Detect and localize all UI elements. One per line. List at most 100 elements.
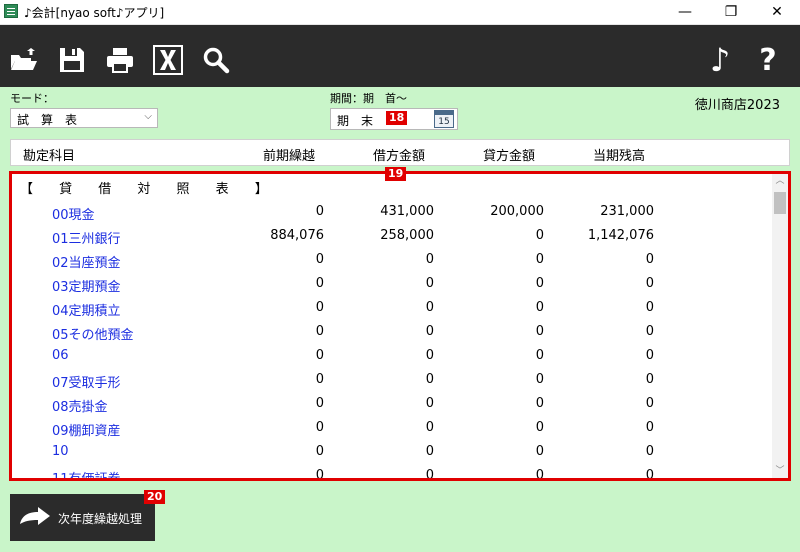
- cell-debit: 0: [425, 396, 434, 411]
- title-bar: ♪会計[nyao soft♪アプリ] — ❐ ✕: [0, 0, 800, 25]
- scroll-thumb[interactable]: [774, 192, 786, 214]
- restore-button[interactable]: ❐: [708, 0, 754, 24]
- table-row[interactable]: 08売掛金 0 0 0 0: [12, 393, 772, 417]
- excel-export-icon[interactable]: [151, 43, 185, 77]
- cell-prev: 884,076: [270, 228, 324, 243]
- table-row[interactable]: 07受取手形 0 0 0 0: [12, 369, 772, 393]
- cell-prev: 0: [315, 300, 324, 315]
- toolbar: ♪ ?: [0, 25, 800, 87]
- header-debit: 借方金額: [373, 149, 426, 164]
- account-name[interactable]: 02当座預金: [52, 252, 121, 271]
- cell-credit: 0: [535, 348, 544, 363]
- annotation-badge-19: 19: [385, 167, 407, 181]
- music-note-icon[interactable]: ♪: [703, 41, 737, 79]
- cell-credit: 0: [535, 228, 544, 243]
- cell-credit: 0: [535, 324, 544, 339]
- cell-prev: 0: [315, 468, 324, 478]
- annotation-badge-20: 20: [144, 490, 166, 504]
- cell-debit: 431,000: [380, 204, 434, 219]
- print-icon[interactable]: [103, 43, 137, 77]
- cell-credit: 0: [535, 300, 544, 315]
- cell-prev: 0: [315, 276, 324, 291]
- table-row[interactable]: 11有価証券 0 0 0 0: [12, 465, 772, 478]
- account-name[interactable]: 04定期積立: [52, 300, 121, 319]
- header-credit: 貸方金額: [483, 149, 536, 164]
- header-prev: 前期繰越: [263, 149, 316, 164]
- account-name[interactable]: 05その他預金: [52, 324, 134, 343]
- cell-balance: 0: [645, 252, 654, 267]
- cell-debit: 0: [425, 348, 434, 363]
- table-row[interactable]: 09棚卸資産 0 0 0 0: [12, 417, 772, 441]
- table-row[interactable]: 01三州銀行 884,076 258,000 0 1,142,076: [12, 225, 772, 249]
- header-account: 勘定科目: [23, 149, 76, 164]
- cell-credit: 0: [535, 252, 544, 267]
- cell-credit: 0: [535, 420, 544, 435]
- cell-balance: 231,000: [600, 204, 654, 219]
- header-balance: 当期残高: [593, 149, 646, 164]
- cell-credit: 0: [535, 276, 544, 291]
- cell-prev: 0: [315, 204, 324, 219]
- cell-debit: 0: [425, 324, 434, 339]
- save-icon[interactable]: [55, 43, 89, 77]
- scroll-up-icon[interactable]: ︿: [772, 174, 788, 188]
- cell-debit: 0: [425, 252, 434, 267]
- account-name[interactable]: 08売掛金: [52, 396, 108, 415]
- cell-balance: 0: [645, 420, 654, 435]
- table-row[interactable]: 05その他預金 0 0 0 0: [12, 321, 772, 345]
- account-list[interactable]: 【 貸 借 対 照 表 】 00現金 0 431,000 200,000 231,000…: [9, 171, 791, 481]
- help-icon[interactable]: ?: [751, 43, 785, 78]
- cell-balance: 0: [645, 468, 654, 478]
- mode-select[interactable]: 試 算 表 ⌵: [10, 108, 158, 128]
- calendar-day: 15: [438, 117, 450, 127]
- cell-debit: 0: [425, 276, 434, 291]
- window-title: ♪会計[nyao soft♪アプリ]: [24, 6, 165, 20]
- cell-prev: 0: [315, 396, 324, 411]
- cell-prev: 0: [315, 348, 324, 363]
- cell-balance: 0: [645, 372, 654, 387]
- calendar-icon[interactable]: 15: [434, 110, 454, 128]
- close-button[interactable]: ✕: [754, 0, 800, 24]
- cell-prev: 0: [315, 372, 324, 387]
- cell-balance: 0: [645, 396, 654, 411]
- table-header: 勘定科目 前期繰越 借方金額 貸方金額 当期残高: [10, 139, 790, 166]
- account-name[interactable]: 11有価証券: [52, 468, 121, 478]
- section-title: 【 貸 借 対 照 表 】: [20, 182, 279, 197]
- cell-balance: 0: [645, 444, 654, 459]
- account-name[interactable]: 09棚卸資産: [52, 420, 121, 439]
- period-label: 期間：期 首〜: [330, 92, 407, 105]
- mode-label: モード：: [10, 92, 54, 105]
- table-row[interactable]: 04定期積立 0 0 0 0: [12, 297, 772, 321]
- table-row[interactable]: 10 0 0 0 0: [12, 441, 772, 465]
- cell-debit: 258,000: [380, 228, 434, 243]
- table-row[interactable]: 00現金 0 431,000 200,000 231,000: [12, 201, 772, 225]
- table-row[interactable]: 03定期預金 0 0 0 0: [12, 273, 772, 297]
- carry-forward-button[interactable]: 次年度繰越処理: [10, 494, 155, 541]
- scroll-down-icon[interactable]: ﹀: [772, 464, 788, 478]
- account-name[interactable]: 07受取手形: [52, 372, 121, 391]
- account-name[interactable]: 00現金: [52, 204, 95, 223]
- open-folder-icon[interactable]: [6, 43, 40, 77]
- account-name[interactable]: 10: [52, 444, 69, 459]
- search-icon[interactable]: [199, 43, 233, 77]
- mode-value: 試 算 表: [17, 113, 78, 127]
- table-row[interactable]: 02当座預金 0 0 0 0: [12, 249, 772, 273]
- cell-prev: 0: [315, 324, 324, 339]
- cell-prev: 0: [315, 444, 324, 459]
- account-name[interactable]: 01三州銀行: [52, 228, 121, 247]
- cell-debit: 0: [425, 468, 434, 478]
- period-value: 期 末: [337, 114, 374, 128]
- list-content: 【 貸 借 対 照 表 】 00現金 0 431,000 200,000 231,000…: [12, 174, 772, 478]
- account-name[interactable]: 03定期預金: [52, 276, 121, 295]
- cell-debit: 0: [425, 444, 434, 459]
- cell-credit: 0: [535, 396, 544, 411]
- minimize-button[interactable]: —: [662, 0, 708, 24]
- cell-balance: 0: [645, 276, 654, 291]
- cell-credit: 0: [535, 372, 544, 387]
- company-name: 徳川商店2023: [694, 98, 780, 113]
- app-icon: [4, 4, 18, 18]
- table-row[interactable]: 06 0 0 0 0: [12, 345, 772, 369]
- vertical-scrollbar[interactable]: ︿ ﹀: [772, 174, 788, 478]
- account-name[interactable]: 06: [52, 348, 69, 363]
- cell-debit: 0: [425, 372, 434, 387]
- cell-debit: 0: [425, 300, 434, 315]
